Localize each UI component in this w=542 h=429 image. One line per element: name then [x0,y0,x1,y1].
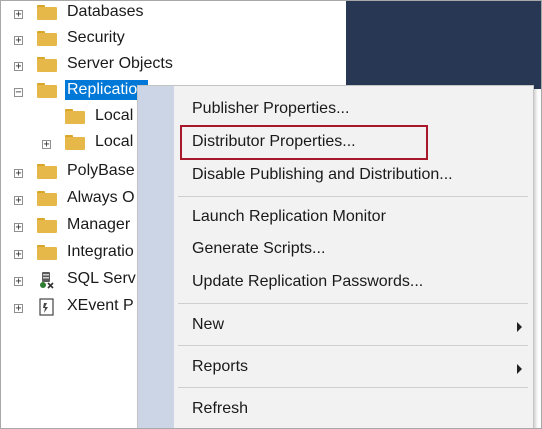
tree-item-security[interactable]: + Security [1,27,401,53]
expand-icon[interactable]: + [14,196,23,206]
menu-item-publisher-properties[interactable]: Publisher Properties... [192,100,349,118]
menu-item-launch-replication-monitor[interactable]: Launch Replication Monitor [192,208,386,226]
folder-icon [37,57,57,72]
tree-item-label: Local [95,133,134,150]
tree-item-label: SQL Serv [67,270,136,287]
tree-item-label: Always O [67,189,135,206]
expand-icon[interactable]: + [14,304,23,314]
menu-item-reports[interactable]: Reports [192,358,248,376]
tree-item-label: Databases [67,3,144,20]
expand-icon[interactable]: + [14,277,23,287]
folder-icon [37,5,57,20]
expand-icon[interactable]: + [14,10,23,20]
object-explorer-window: + Databases + Security + Server Objects … [0,0,542,429]
sql-agent-icon [40,272,54,289]
menu-separator [178,196,528,197]
menu-item-update-replication-passwords[interactable]: Update Replication Passwords... [192,273,423,291]
tree-item-label: Manager [67,216,131,233]
folder-icon [37,245,57,260]
tree-item-label: Security [67,29,125,46]
expand-icon[interactable]: + [14,169,23,179]
expand-icon[interactable]: + [42,140,51,150]
tree-item-label: XEvent P [67,297,134,314]
collapse-icon[interactable]: − [14,88,23,98]
menu-item-new[interactable]: New [192,316,224,334]
menu-item-generate-scripts[interactable]: Generate Scripts... [192,240,325,258]
menu-separator [178,303,528,304]
folder-icon [37,164,57,179]
folder-icon [37,218,57,233]
folder-icon [37,31,57,46]
menu-item-refresh[interactable]: Refresh [192,400,248,418]
tree-item-server-objects[interactable]: + Server Objects [1,53,401,79]
menu-item-disable-publishing[interactable]: Disable Publishing and Distribution... [192,166,453,184]
menu-separator [178,387,528,388]
xevent-icon [39,298,54,316]
folder-icon [65,109,85,124]
expand-icon[interactable]: + [14,223,23,233]
menu-separator [178,345,528,346]
tree-item-databases[interactable]: + Databases [1,1,401,27]
tree-item-label: Replication [65,80,149,100]
expand-icon[interactable]: + [14,62,23,72]
folder-icon [65,135,85,150]
expand-icon[interactable]: + [14,250,23,260]
tree-item-label: Local [95,107,134,124]
tree-item-label: Server Objects [67,55,173,72]
tree-item-label: Integratio [67,243,134,260]
expand-icon[interactable]: + [14,36,23,46]
menu-icon-gutter [138,86,174,428]
folder-icon [37,191,57,206]
submenu-arrow-icon [517,322,522,332]
annotation-highlight-box [180,125,428,160]
folder-icon [37,83,57,98]
submenu-arrow-icon [517,364,522,374]
tree-item-label: PolyBase [67,162,135,179]
